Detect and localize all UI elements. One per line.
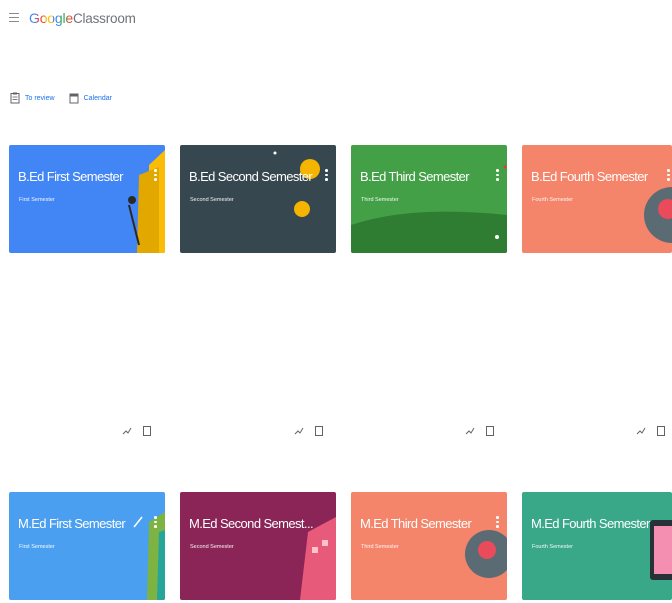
card-actions xyxy=(284,425,324,437)
more-options-icon[interactable] xyxy=(496,169,499,183)
app-logo[interactable]: GoogleClassroom xyxy=(29,10,136,26)
class-section: Fourth Semester xyxy=(532,197,573,203)
calendar-link[interactable]: Calendar xyxy=(69,92,112,104)
class-card-bed-fourth[interactable]: B.Ed Fourth Semester Fourth Semester xyxy=(522,145,672,253)
class-card-med-first[interactable]: M.Ed First Semester First Semester xyxy=(9,492,165,600)
class-title[interactable]: M.Ed Fourth Semester xyxy=(531,516,650,531)
class-section: Second Semester xyxy=(190,197,234,203)
to-review-label: To review xyxy=(25,94,55,102)
folder-icon[interactable] xyxy=(142,425,152,437)
more-options-icon[interactable] xyxy=(154,169,157,183)
class-toolbar: To review Calendar xyxy=(10,88,126,108)
folder-icon[interactable] xyxy=(656,425,666,437)
card-actions xyxy=(112,425,152,437)
class-card-bed-third[interactable]: B.Ed Third Semester Third Semester xyxy=(351,145,507,253)
trend-icon[interactable] xyxy=(122,426,132,436)
to-review-icon xyxy=(10,92,20,104)
class-title[interactable]: M.Ed Third Semester xyxy=(360,516,472,531)
card-actions xyxy=(455,425,495,437)
class-title[interactable]: B.Ed Second Semester xyxy=(189,169,313,184)
class-card-med-third[interactable]: M.Ed Third Semester Third Semester xyxy=(351,492,507,600)
class-section: First Semester xyxy=(19,544,55,550)
more-options-icon[interactable] xyxy=(325,169,328,183)
class-card-bed-second[interactable]: B.Ed Second Semester Second Semester xyxy=(180,145,336,253)
class-section: Third Semester xyxy=(361,197,399,203)
class-title[interactable]: M.Ed First Semester xyxy=(18,516,126,531)
more-options-icon[interactable] xyxy=(496,516,499,530)
folder-icon[interactable] xyxy=(314,425,324,437)
class-card-med-second[interactable]: M.Ed Second Semest... Second Semester xyxy=(180,492,336,600)
class-card-bed-first[interactable]: B.Ed First Semester First Semester xyxy=(9,145,165,253)
class-card-med-fourth[interactable]: M.Ed Fourth Semester Fourth Semester xyxy=(522,492,672,600)
hamburger-menu-icon[interactable] xyxy=(9,13,19,22)
brand-google: Google xyxy=(29,10,73,26)
calendar-label: Calendar xyxy=(83,94,112,102)
trend-icon[interactable] xyxy=(465,426,475,436)
to-review-link[interactable]: To review xyxy=(10,92,55,104)
trend-icon[interactable] xyxy=(636,426,646,436)
class-section: Second Semester xyxy=(190,544,234,550)
class-title[interactable]: B.Ed First Semester xyxy=(18,169,124,184)
card-actions xyxy=(626,425,666,437)
calendar-icon xyxy=(69,93,79,104)
class-section: Third Semester xyxy=(361,544,399,550)
more-options-icon[interactable] xyxy=(154,516,157,530)
top-app-bar: GoogleClassroom xyxy=(0,0,672,40)
more-options-icon[interactable] xyxy=(667,169,670,183)
class-section: Fourth Semester xyxy=(532,544,573,550)
class-title[interactable]: B.Ed Third Semester xyxy=(360,169,470,184)
trend-icon[interactable] xyxy=(294,426,304,436)
class-section: First Semester xyxy=(19,197,55,203)
brand-classroom: Classroom xyxy=(72,11,136,26)
class-title[interactable]: M.Ed Second Semest... xyxy=(189,516,314,531)
class-title[interactable]: B.Ed Fourth Semester xyxy=(531,169,648,184)
folder-icon[interactable] xyxy=(485,425,495,437)
